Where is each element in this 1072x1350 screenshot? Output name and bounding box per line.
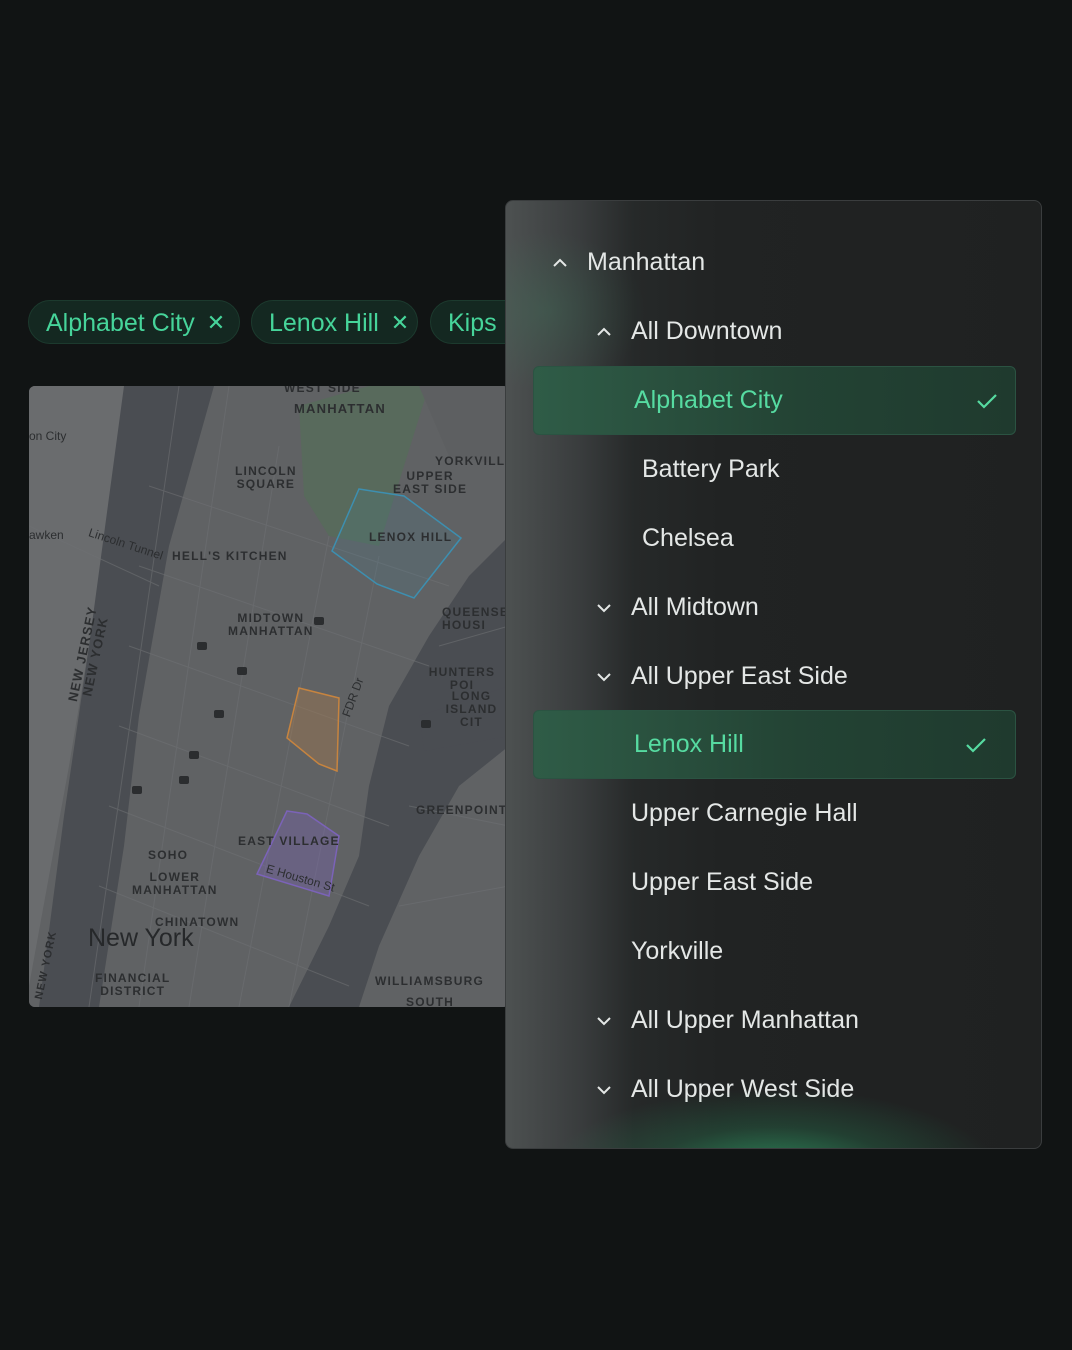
dropdown-row-label: All Downtown <box>631 317 783 345</box>
map-label-east-village: EAST VILLAGE <box>238 834 340 848</box>
dropdown-row-label: All Midtown <box>631 593 759 621</box>
dropdown-row-label: Upper East Side <box>631 868 814 896</box>
dropdown-group-all-upper-manhattan[interactable]: All Upper Manhattan <box>506 986 1041 1055</box>
filter-chip-alphabet-city[interactable]: Alphabet City ✕ <box>28 300 240 344</box>
map-label-union-city: on City <box>29 429 67 443</box>
filter-chip-kips-bay[interactable]: Kips Bay✕ <box>430 300 508 344</box>
dropdown-row-label: Manhattan <box>587 248 706 276</box>
map-label-williamsburg: WILLIAMSBURG <box>375 974 485 988</box>
chip-label: Alphabet City <box>46 309 195 337</box>
chip-label: Kips Bay <box>448 309 508 337</box>
map-label-south: SOUTH <box>406 995 454 1008</box>
chevron-down-icon[interactable] <box>595 573 613 642</box>
dropdown-row-label: Yorkville <box>631 937 724 965</box>
map-label-lic: LONG ISLAND CIT <box>445 689 498 729</box>
map-label-new-york: New York <box>88 924 194 952</box>
dropdown-group-all-upper-west-side[interactable]: All Upper West Side <box>506 1055 1041 1124</box>
dropdown-group-all-downtown[interactable]: All Downtown <box>506 297 1041 366</box>
dropdown-row-label: Chelsea <box>642 524 734 552</box>
chip-label: Lenox Hill <box>269 309 379 337</box>
dropdown-group-all-upper-east-side[interactable]: All Upper East Side <box>506 642 1041 711</box>
dropdown-row-label: Upper Carnegie Hall <box>631 799 858 827</box>
close-icon[interactable]: ✕ <box>391 301 409 344</box>
map-label-manhattan: MANHATTAN <box>294 401 386 416</box>
map-label-soho: SOHO <box>148 848 189 862</box>
dropdown-group-manhattan[interactable]: Manhattan <box>506 228 1041 297</box>
filter-chip-lenox-hill[interactable]: Lenox Hill ✕ <box>251 300 418 344</box>
dropdown-row-label: All Upper East Side <box>631 662 848 690</box>
neighborhood-map[interactable]: WEST SIDE MANHATTAN on City YORKVILLE LI… <box>29 386 509 1007</box>
dropdown-row-label: All Upper West Side <box>631 1075 855 1103</box>
dropdown-row-label: Battery Park <box>642 455 780 483</box>
dropdown-row-label: All Upper Manhattan <box>631 1006 859 1034</box>
map-label-financial-district: FINANCIAL DISTRICT <box>95 971 171 998</box>
checkmark-icon <box>976 366 998 435</box>
chevron-up-icon[interactable] <box>595 297 613 366</box>
neighborhood-dropdown: Manhattan All Downtown Alphabet City Bat… <box>505 200 1042 1149</box>
dropdown-row-label: Lenox Hill <box>634 730 744 758</box>
map-label-greenpoint: GREENPOINT <box>416 803 508 817</box>
map-label-hells-kitchen: HELL'S KITCHEN <box>172 549 288 563</box>
dropdown-item-lenox-hill[interactable]: Lenox Hill <box>506 710 1041 779</box>
map-label-west-side: WEST SIDE <box>284 386 361 395</box>
chevron-up-icon[interactable] <box>551 228 569 297</box>
dropdown-item-battery-park[interactable]: Battery Park <box>506 435 1041 504</box>
map-label-queensbridge: QUEENSBI HOUSI <box>442 605 509 632</box>
chevron-down-icon[interactable] <box>595 1055 613 1124</box>
checkmark-icon <box>965 710 987 779</box>
dropdown-item-alphabet-city[interactable]: Alphabet City <box>506 366 1041 435</box>
dropdown-item-upper-east-side[interactable]: Upper East Side <box>506 848 1041 917</box>
map-label-lower-manhattan: LOWER MANHATTAN <box>132 870 218 897</box>
dropdown-item-yorkville[interactable]: Yorkville <box>506 917 1041 986</box>
map-label-yorkville: YORKVILLE <box>435 454 509 468</box>
dropdown-row-label: Alphabet City <box>634 386 783 414</box>
dropdown-group-all-midtown[interactable]: All Midtown <box>506 573 1041 642</box>
chevron-down-icon[interactable] <box>595 642 613 711</box>
dropdown-item-upper-carnegie-hall[interactable]: Upper Carnegie Hall <box>506 779 1041 848</box>
map-label-lenox-hill: LENOX HILL <box>369 530 453 544</box>
map-label-lincoln-square: LINCOLN SQUARE <box>235 464 297 491</box>
selected-highlight <box>533 710 1016 779</box>
dropdown-item-chelsea[interactable]: Chelsea <box>506 504 1041 573</box>
close-icon[interactable]: ✕ <box>207 301 225 344</box>
map-label-midtown: MIDTOWN MANHATTAN <box>228 611 314 638</box>
selected-filters: Alphabet City ✕ Lenox Hill ✕ Kips Bay✕ <box>28 300 508 344</box>
map-label-upper-east-side: UPPER EAST SIDE <box>393 469 468 496</box>
chevron-down-icon[interactable] <box>595 986 613 1055</box>
map-label-weehawken: awken <box>29 528 64 542</box>
